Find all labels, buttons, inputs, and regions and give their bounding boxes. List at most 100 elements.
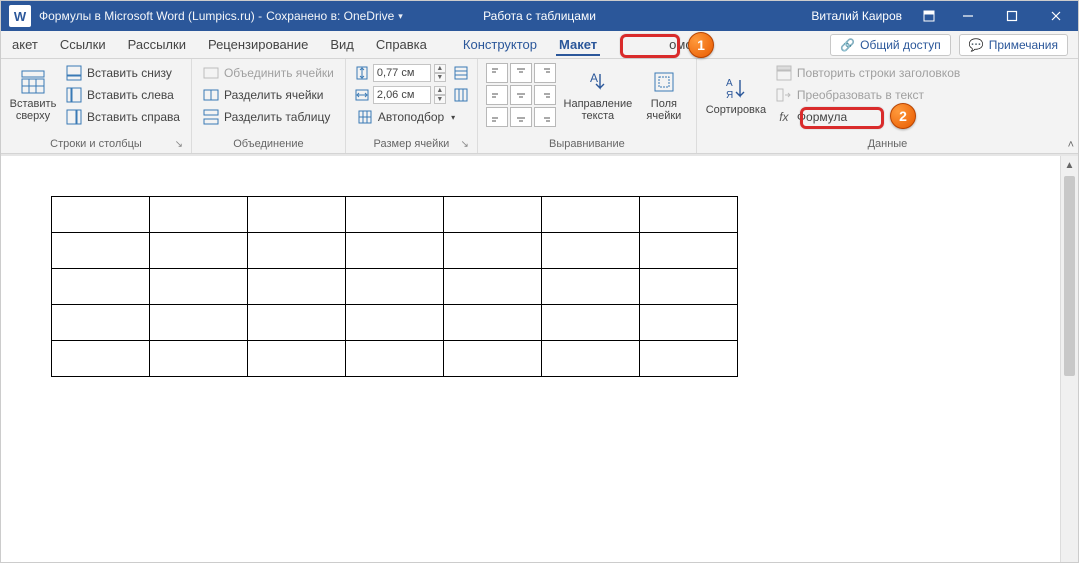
sort-button[interactable]: AЯ Сортировка [705, 63, 767, 127]
maximize-button[interactable] [990, 1, 1034, 31]
insert-below-button[interactable]: Вставить снизу [63, 63, 183, 83]
share-button[interactable]: 🔗 Общий доступ [830, 34, 951, 56]
merge-cells-button[interactable]: Объединить ячейки [200, 63, 337, 83]
merge-cells-label: Объединить ячейки [224, 66, 334, 80]
contextual-tab-title: Работа с таблицами [483, 9, 596, 23]
split-cells-button[interactable]: Разделить ячейки [200, 85, 337, 105]
col-width-spinner[interactable]: ▲▼ [434, 86, 446, 104]
tab-partial-left[interactable]: акет [1, 31, 49, 59]
close-button[interactable] [1034, 1, 1078, 31]
comments-button[interactable]: 💬 Примечания [959, 34, 1068, 56]
align-mid-right[interactable] [534, 85, 556, 105]
insert-left-icon [66, 87, 82, 103]
group-alignment-label: Выравнивание [486, 136, 688, 153]
insert-below-icon [66, 65, 82, 81]
table-row [52, 305, 738, 341]
col-width-value[interactable]: 2,06 см [373, 86, 431, 104]
convert-text-label: Преобразовать в текст [797, 88, 924, 102]
cell-size-launcher-icon[interactable]: ↘ [461, 139, 469, 150]
saved-dropdown-icon[interactable]: ▾ [398, 11, 403, 22]
alignment-grid [486, 63, 556, 127]
row-height-spinner[interactable]: ▲▼ [434, 64, 446, 82]
group-rows-columns: Вставить сверху Вставить снизу Вставить … [1, 59, 192, 153]
collapse-ribbon-icon[interactable]: ˄ [1068, 139, 1074, 151]
app-icon: W [9, 5, 31, 27]
callout-badge-1: 1 [688, 32, 714, 58]
table-row [52, 233, 738, 269]
formula-label: Формула [797, 110, 847, 124]
convert-text-button[interactable]: Преобразовать в текст [773, 85, 963, 105]
table-row [52, 341, 738, 377]
group-alignment: A Направление текста Поля ячейки Выравни… [478, 59, 697, 153]
insert-left-button[interactable]: Вставить слева [63, 85, 183, 105]
ribbon-display-options[interactable] [912, 1, 946, 31]
align-bot-right[interactable] [534, 107, 556, 127]
insert-above-label: Вставить сверху [9, 98, 57, 122]
align-top-left[interactable] [486, 63, 508, 83]
insert-above-button[interactable]: Вставить сверху [9, 63, 57, 127]
vertical-scrollbar[interactable]: ▲ [1060, 156, 1078, 562]
text-direction-label: Направление текста [562, 98, 634, 122]
cell-margins-icon [650, 68, 678, 96]
col-width-control[interactable]: 2,06 см ▲▼ [354, 85, 469, 105]
tab-mailings[interactable]: Рассылки [117, 31, 197, 59]
scroll-up-icon[interactable]: ▲ [1061, 156, 1078, 174]
rows-cols-launcher-icon[interactable]: ↘ [175, 139, 183, 150]
align-top-center[interactable] [510, 63, 532, 83]
align-top-right[interactable] [534, 63, 556, 83]
saved-location[interactable]: Сохранено в: OneDrive [266, 9, 394, 23]
svg-text:Я: Я [726, 90, 733, 100]
split-table-button[interactable]: Разделить таблицу [200, 107, 337, 127]
minimize-button[interactable] [946, 1, 990, 31]
row-height-icon [354, 65, 370, 81]
tab-constructor[interactable]: Конструктор [452, 31, 548, 59]
svg-text:A: A [726, 78, 733, 89]
split-table-icon [203, 109, 219, 125]
tab-review[interactable]: Рецензирование [197, 31, 319, 59]
autofit-dropdown-icon: ▾ [451, 113, 455, 122]
tab-help[interactable]: Справка [365, 31, 438, 59]
titlebar: W Формулы в Microsoft Word (Lumpics.ru) … [1, 1, 1078, 31]
sort-label: Сортировка [706, 104, 766, 116]
repeat-header-button[interactable]: Повторить строки заголовков [773, 63, 963, 83]
text-direction-button[interactable]: A Направление текста [562, 63, 634, 127]
autofit-label: Автоподбор [378, 110, 444, 124]
cell-margins-button[interactable]: Поля ячейки [640, 63, 688, 127]
formula-button[interactable]: fx Формула [773, 107, 963, 127]
autofit-button[interactable]: Автоподбор ▾ [354, 107, 469, 127]
group-cell-size: 0,77 см ▲▼ 2,06 см ▲▼ Автоподбор ▾ [346, 59, 478, 153]
share-icon: 🔗 [840, 38, 855, 52]
distribute-rows-icon[interactable] [453, 65, 469, 81]
align-bot-center[interactable] [510, 107, 532, 127]
insert-right-label: Вставить справа [87, 110, 180, 124]
ribbon-tabs: акет Ссылки Рассылки Рецензирование Вид … [1, 31, 1078, 59]
group-data-label: Данные [705, 136, 1070, 153]
scroll-thumb[interactable] [1064, 176, 1075, 376]
merge-cells-icon [203, 65, 219, 81]
user-name[interactable]: Виталий Каиров [811, 9, 902, 23]
col-width-icon [354, 87, 370, 103]
repeat-header-label: Повторить строки заголовков [797, 66, 960, 80]
document-area[interactable] [1, 156, 1060, 562]
convert-text-icon [776, 87, 792, 103]
row-height-value[interactable]: 0,77 см [373, 64, 431, 82]
callout-badge-2: 2 [890, 103, 916, 129]
tab-view[interactable]: Вид [319, 31, 365, 59]
document-title: Формулы в Microsoft Word (Lumpics.ru) - [39, 9, 262, 23]
row-height-control[interactable]: 0,77 см ▲▼ [354, 63, 469, 83]
tab-links[interactable]: Ссылки [49, 31, 117, 59]
text-direction-icon: A [584, 68, 612, 96]
group-merge-label: Объединение [200, 136, 337, 153]
distribute-cols-icon[interactable] [453, 87, 469, 103]
align-mid-center[interactable] [510, 85, 532, 105]
tab-layout[interactable]: Макет [548, 31, 608, 59]
insert-above-icon [19, 68, 47, 96]
word-window: W Формулы в Microsoft Word (Lumpics.ru) … [0, 0, 1079, 563]
document-table[interactable] [51, 196, 738, 377]
group-cell-size-label: Размер ячейки [374, 138, 450, 150]
insert-below-label: Вставить снизу [87, 66, 172, 80]
align-bot-left[interactable] [486, 107, 508, 127]
insert-right-button[interactable]: Вставить справа [63, 107, 183, 127]
comments-label: Примечания [989, 38, 1058, 52]
align-mid-left[interactable] [486, 85, 508, 105]
